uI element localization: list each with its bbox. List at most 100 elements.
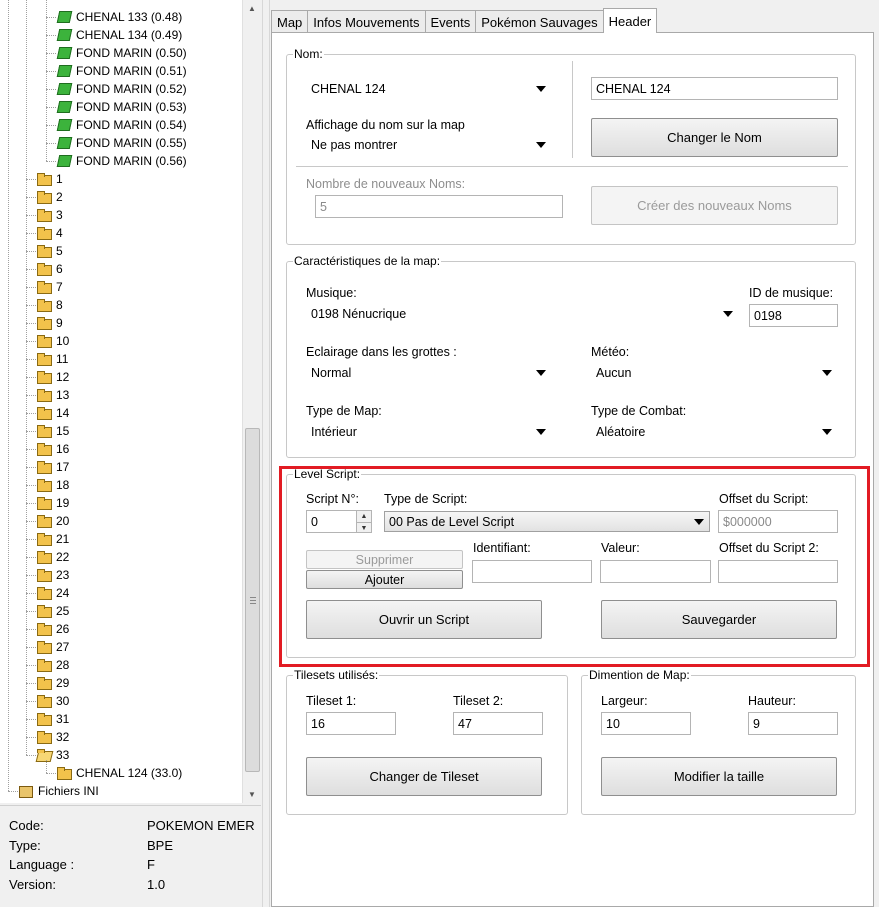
tree-item-map[interactable]: FOND MARIN (0.56) (56, 152, 187, 170)
tree-item-bank[interactable]: 16 (36, 440, 69, 458)
tree-item-bank[interactable]: 23 (36, 566, 69, 584)
scroll-up-icon[interactable]: ▲ (243, 0, 261, 17)
tree-item-bank[interactable]: 8 (36, 296, 63, 314)
tree-item-bank[interactable]: 18 (36, 476, 69, 494)
tree-node-label: 19 (56, 496, 70, 510)
name-input[interactable]: CHENAL 124 (591, 77, 838, 100)
tree-item-bank[interactable]: 3 (36, 206, 63, 224)
tree-item-bank[interactable]: 29 (36, 674, 69, 692)
tree-item-bank[interactable]: 28 (36, 656, 69, 674)
scroll-thumb[interactable] (245, 428, 260, 772)
tree-item-map[interactable]: FOND MARIN (0.51) (56, 62, 187, 80)
tree-item-bank[interactable]: 2 (36, 188, 63, 206)
tree-item-bank[interactable]: 6 (36, 260, 63, 278)
script-offset-input[interactable]: $000000 (718, 510, 838, 533)
tree-item-map[interactable]: FOND MARIN (0.52) (56, 80, 187, 98)
tree-item-map[interactable]: FOND MARIN (0.55) (56, 134, 187, 152)
tab-header[interactable]: Header (602, 8, 658, 33)
tree-scrollbar[interactable]: ▲ ▼ (242, 0, 261, 803)
tree-item-bank[interactable]: 11 (36, 350, 68, 368)
tab-events[interactable]: Events (424, 10, 477, 33)
tree-item-bank[interactable]: 27 (36, 638, 69, 656)
add-button[interactable]: Ajouter (306, 570, 463, 589)
music-id-input[interactable]: 0198 (749, 304, 838, 327)
height-input[interactable]: 9 (748, 712, 838, 735)
tree-item-bank[interactable]: 24 (36, 584, 69, 602)
tab-pok-mon-sauvages[interactable]: Pokémon Sauvages (475, 10, 604, 33)
tree-node-label: FOND MARIN (0.54) (76, 118, 187, 132)
maptype-label: Type de Map: (306, 404, 382, 418)
tree-item-map[interactable]: CHENAL 133 (0.48) (56, 8, 182, 26)
cave-select[interactable]: Normal (306, 362, 552, 383)
tree-item-bank[interactable]: 26 (36, 620, 69, 638)
tree-item-bank[interactable]: 19 (36, 494, 69, 512)
map-tree[interactable]: CHENAL 133 (0.48) CHENAL 134 (0.49) FOND M… (0, 0, 261, 803)
tree-item-bank[interactable]: 25 (36, 602, 69, 620)
tab-infos-mouvements[interactable]: Infos Mouvements (307, 10, 426, 33)
panel-splitter[interactable] (262, 0, 270, 907)
name-select[interactable]: CHENAL 124 (306, 78, 552, 99)
tree-item-bank[interactable]: 20 (36, 512, 69, 530)
tree-item-bank[interactable]: 17 (36, 458, 69, 476)
tree-item-bank[interactable]: 10 (36, 332, 69, 350)
tree-item-bank[interactable]: 4 (36, 224, 63, 242)
change-name-button[interactable]: Changer le Nom (591, 118, 838, 157)
tree-item-ini[interactable]: Fichiers INI (18, 782, 99, 800)
folder-icon (36, 262, 52, 276)
tileset2-input[interactable]: 47 (453, 712, 543, 735)
tree-item-bank[interactable]: 15 (36, 422, 69, 440)
scroll-down-icon[interactable]: ▼ (243, 786, 261, 803)
script-number-spinner[interactable]: ▲ ▼ (356, 510, 372, 533)
tree-node-label: 15 (56, 424, 70, 438)
tree-item-bank[interactable]: 32 (36, 728, 69, 746)
tree-item-map[interactable]: FOND MARIN (0.53) (56, 98, 187, 116)
battle-select[interactable]: Aléatoire (591, 421, 838, 442)
tree-item-bank[interactable]: 9 (36, 314, 63, 332)
display-select[interactable]: Ne pas montrer (306, 134, 552, 155)
folder-icon (36, 226, 52, 240)
script-number-input[interactable]: 0 (306, 510, 362, 533)
tree-item-bank[interactable]: 7 (36, 278, 63, 296)
save-button[interactable]: Sauvegarder (601, 600, 837, 639)
weather-select-value: Aucun (596, 365, 632, 380)
tree-item-bank[interactable]: 12 (36, 368, 69, 386)
open-script-button[interactable]: Ouvrir un Script (306, 600, 542, 639)
tree-item-bank[interactable]: 5 (36, 242, 63, 260)
tileset1-input[interactable]: 16 (306, 712, 396, 735)
spin-down-icon[interactable]: ▼ (357, 522, 371, 533)
tree-item-map[interactable]: CHENAL 124 (33.0) (56, 764, 182, 782)
count-input[interactable]: 5 (315, 195, 563, 218)
tree-item-bank[interactable]: 21 (36, 530, 69, 548)
music-select[interactable]: 0198 Nénucrique (306, 303, 739, 324)
width-input[interactable]: 10 (601, 712, 691, 735)
maptype-select[interactable]: Intérieur (306, 421, 552, 442)
identifier-label: Identifiant: (473, 541, 531, 555)
value-input[interactable] (600, 560, 711, 583)
tree-item-bank[interactable]: 31 (36, 710, 69, 728)
tree-item-bank[interactable]: 14 (36, 404, 69, 422)
tab-map[interactable]: Map (271, 10, 309, 33)
identifier-input[interactable] (472, 560, 592, 583)
folder-icon (36, 730, 52, 744)
change-tileset-button[interactable]: Changer de Tileset (306, 757, 542, 796)
map-icon (56, 154, 72, 168)
tree-item-bank[interactable]: 22 (36, 548, 69, 566)
tree-item-bank[interactable]: 13 (36, 386, 69, 404)
tree-item-map[interactable]: FOND MARIN (0.50) (56, 44, 187, 62)
tree-item-bank[interactable]: 33 (36, 746, 69, 764)
script-offset2-input[interactable] (718, 560, 838, 583)
weather-select[interactable]: Aucun (591, 362, 838, 383)
create-names-button[interactable]: Créer des nouveaux Noms (591, 186, 838, 225)
script-type-select[interactable]: 00 Pas de Level Script (384, 511, 710, 532)
dimension-legend: Dimention de Map: (589, 668, 690, 682)
tree-item-bank[interactable]: 1 (36, 170, 63, 188)
resize-button[interactable]: Modifier la taille (601, 757, 837, 796)
tree-connector (26, 0, 27, 755)
tree-item-bank[interactable]: 30 (36, 692, 69, 710)
spin-up-icon[interactable]: ▲ (357, 511, 371, 522)
tree-item-map[interactable]: CHENAL 134 (0.49) (56, 26, 182, 44)
tree-item-map[interactable]: FOND MARIN (0.54) (56, 116, 187, 134)
delete-button[interactable]: Supprimer (306, 550, 463, 569)
tree-node-label: 24 (56, 586, 70, 600)
folder-icon (36, 370, 52, 384)
